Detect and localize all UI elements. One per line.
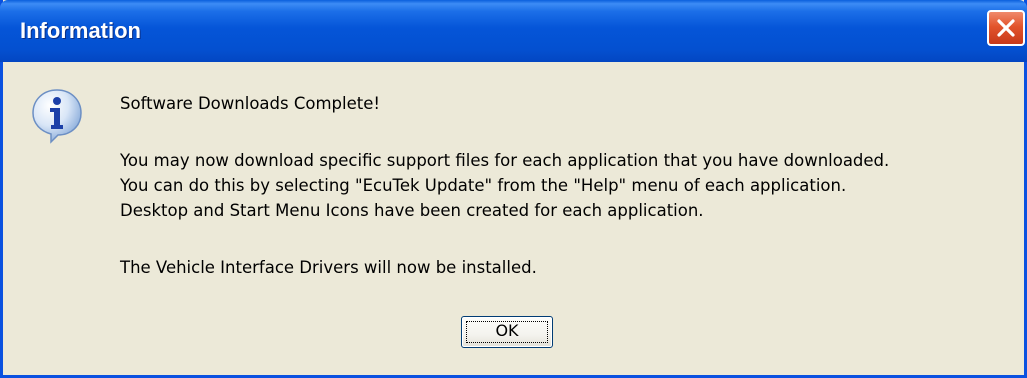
message-line-2: You can do this by selecting "EcuTek Upd… bbox=[120, 176, 847, 195]
message-heading: Software Downloads Complete! bbox=[120, 94, 380, 113]
message-line-1: You may now download specific support fi… bbox=[120, 151, 890, 170]
dialog-window: Information Software Downloads Complete!… bbox=[0, 0, 1027, 378]
close-icon bbox=[997, 19, 1015, 37]
message-line-3: Desktop and Start Menu Icons have been c… bbox=[120, 201, 704, 220]
information-icon bbox=[32, 89, 82, 144]
ok-button[interactable]: OK bbox=[461, 316, 553, 348]
title-bar[interactable]: Information bbox=[0, 0, 1027, 62]
message-footer: The Vehicle Interface Drivers will now b… bbox=[120, 258, 537, 277]
window-title: Information bbox=[20, 18, 141, 43]
dialog-body: Software Downloads Complete! You may now… bbox=[3, 62, 1024, 375]
close-button[interactable] bbox=[987, 10, 1025, 46]
ok-button-label: OK bbox=[495, 321, 519, 340]
